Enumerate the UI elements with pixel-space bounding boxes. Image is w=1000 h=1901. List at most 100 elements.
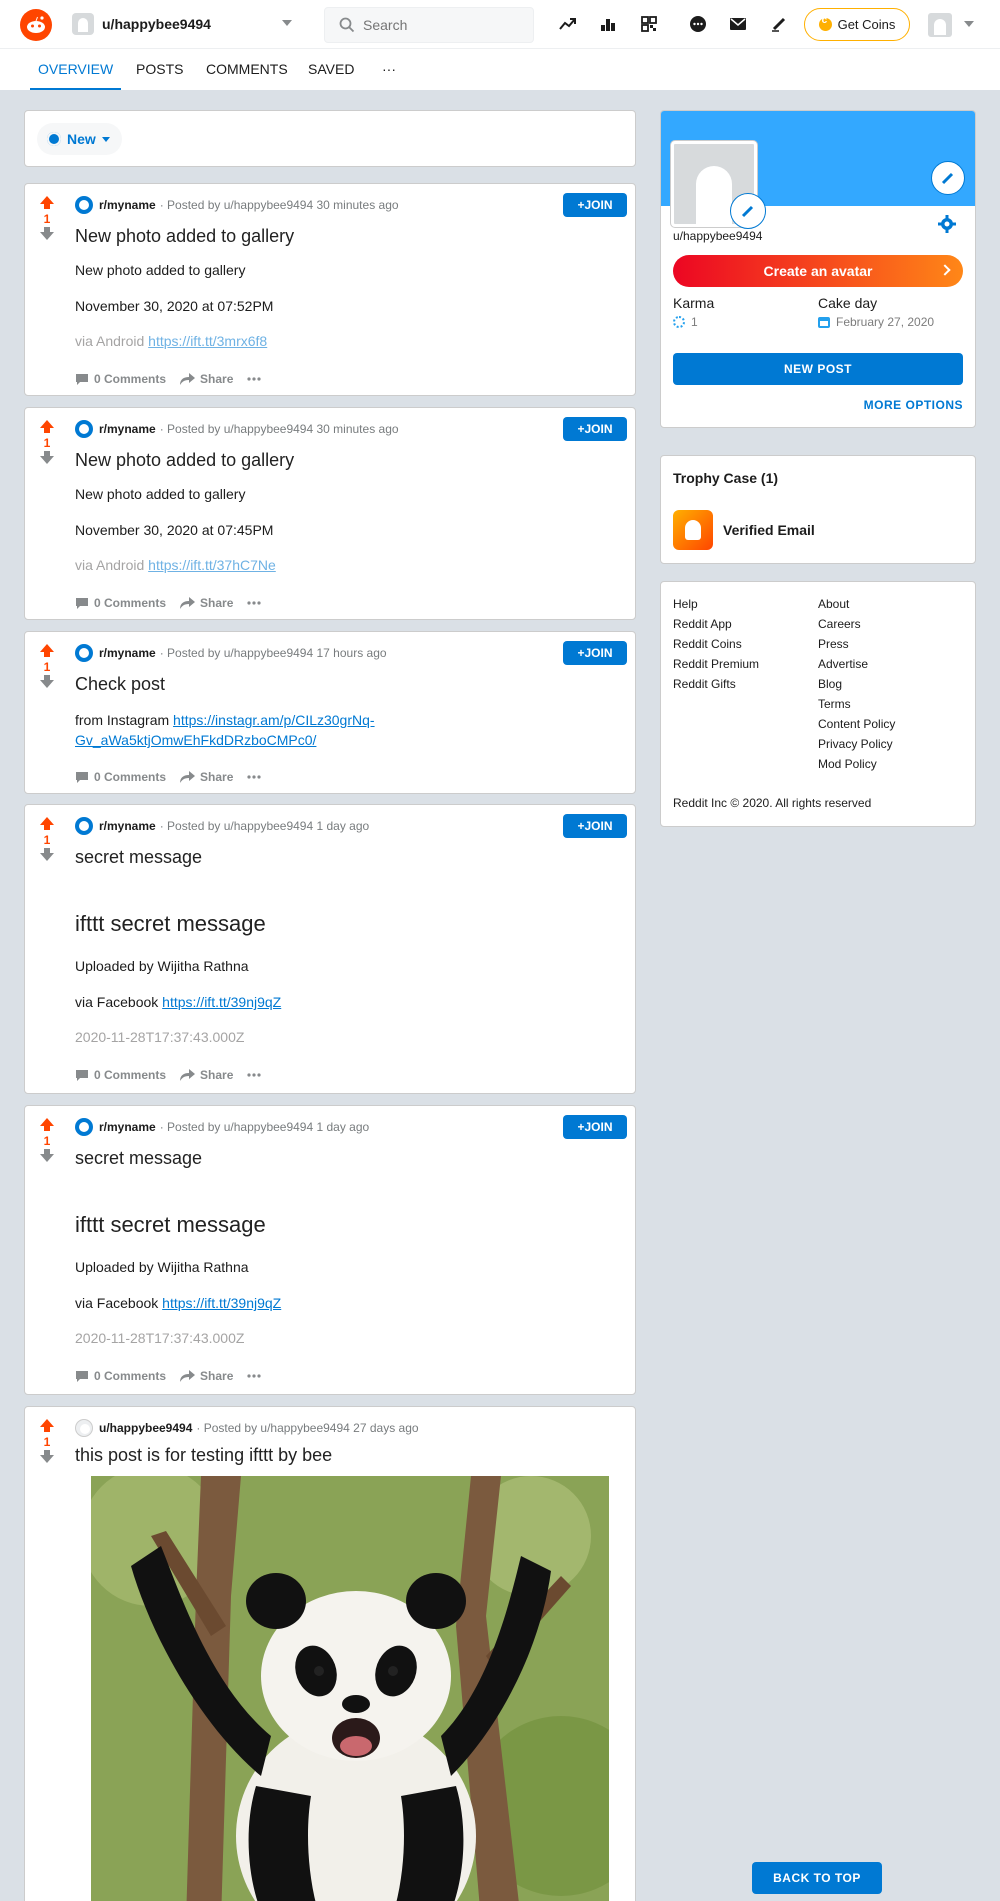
footer-link-content-policy[interactable]: Content Policy: [818, 714, 895, 734]
tab-more-icon[interactable]: ···: [374, 49, 404, 90]
footer-link-privacy-policy[interactable]: Privacy Policy: [818, 734, 895, 754]
downvote-arrow-icon[interactable]: [40, 227, 54, 240]
subreddit-link[interactable]: r/myname: [99, 819, 156, 833]
post-link[interactable]: https://instagr.am/p/CILz30grNq-: [173, 712, 375, 728]
comments-button[interactable]: 0 Comments: [75, 596, 166, 610]
downvote-arrow-icon[interactable]: [40, 675, 54, 688]
post-link[interactable]: https://ift.tt/37hC7Ne: [148, 557, 276, 573]
footer-link-about[interactable]: About: [818, 594, 895, 614]
post-card[interactable]: 1 r/myname · Posted by u/happybee9494 1 …: [24, 804, 636, 1094]
post-link[interactable]: https://ift.tt/39nj9qZ: [162, 994, 281, 1010]
post-title[interactable]: New photo added to gallery: [75, 226, 294, 247]
header-avatar[interactable]: [928, 13, 952, 37]
comments-button[interactable]: 0 Comments: [75, 1068, 166, 1082]
post-link[interactable]: https://ift.tt/3mrx6f8: [148, 333, 267, 349]
post-card[interactable]: 1 r/myname · Posted by u/happybee9494 17…: [24, 631, 636, 794]
post-title[interactable]: secret message: [75, 1148, 202, 1169]
footer-link-reddit-app[interactable]: Reddit App: [673, 614, 759, 634]
gear-icon[interactable]: [938, 215, 956, 236]
more-options-icon[interactable]: [247, 1073, 266, 1077]
post-image-panda[interactable]: [91, 1476, 609, 1901]
downvote-arrow-icon[interactable]: [40, 451, 54, 464]
subreddit-link[interactable]: r/myname: [99, 422, 156, 436]
join-button[interactable]: +JOIN: [563, 814, 627, 838]
downvote-arrow-icon[interactable]: [40, 1149, 54, 1162]
subreddit-icon[interactable]: [75, 1118, 93, 1136]
edit-avatar-pencil-icon[interactable]: [730, 193, 766, 229]
upvote-arrow-icon[interactable]: [40, 1118, 54, 1131]
tab-comments[interactable]: COMMENTS: [198, 49, 296, 90]
post-title[interactable]: Check post: [75, 674, 165, 695]
search-bar[interactable]: [324, 7, 534, 43]
share-button[interactable]: Share: [180, 770, 233, 784]
join-button[interactable]: +JOIN: [563, 417, 627, 441]
post-card[interactable]: 1 r/myname · Posted by u/happybee9494 30…: [24, 407, 636, 620]
join-button[interactable]: +JOIN: [563, 1115, 627, 1139]
edit-banner-pencil-icon[interactable]: [931, 161, 965, 195]
more-options-icon[interactable]: [247, 601, 266, 605]
trending-icon[interactable]: [557, 13, 579, 35]
tab-overview[interactable]: OVERVIEW: [30, 49, 122, 90]
get-coins-button[interactable]: Get Coins: [804, 8, 910, 41]
popular-icon[interactable]: [597, 13, 619, 35]
back-to-top-button[interactable]: BACK TO TOP: [752, 1862, 882, 1894]
post-link[interactable]: https://ift.tt/39nj9qZ: [162, 1295, 281, 1311]
footer-link-reddit-coins[interactable]: Reddit Coins: [673, 634, 759, 654]
comments-button[interactable]: 0 Comments: [75, 1369, 166, 1383]
user-dropdown[interactable]: u/happybee9494: [70, 8, 300, 40]
post-card[interactable]: 1 r/myname · Posted by u/happybee9494 30…: [24, 183, 636, 396]
search-input[interactable]: [363, 17, 513, 33]
comments-button[interactable]: 0 Comments: [75, 770, 166, 784]
mail-icon[interactable]: [727, 13, 749, 35]
share-button[interactable]: Share: [180, 1068, 233, 1082]
more-options-button[interactable]: MORE OPTIONS: [864, 398, 963, 412]
subreddit-icon[interactable]: [75, 644, 93, 662]
post-title[interactable]: this post is for testing ifttt by bee: [75, 1445, 332, 1466]
footer-link-terms[interactable]: Terms: [818, 694, 895, 714]
sort-new-button[interactable]: New: [37, 123, 122, 155]
reddit-logo-icon[interactable]: [20, 9, 52, 41]
share-button[interactable]: Share: [180, 1369, 233, 1383]
chat-icon[interactable]: [687, 13, 709, 35]
tab-posts[interactable]: POSTS: [128, 49, 191, 90]
subreddit-link[interactable]: r/myname: [99, 646, 156, 660]
downvote-arrow-icon[interactable]: [40, 848, 54, 861]
post-title[interactable]: New photo added to gallery: [75, 450, 294, 471]
footer-link-reddit-gifts[interactable]: Reddit Gifts: [673, 674, 759, 694]
post-title[interactable]: secret message: [75, 847, 202, 868]
upvote-arrow-icon[interactable]: [40, 817, 54, 830]
subreddit-icon[interactable]: [75, 817, 93, 835]
post-card[interactable]: 1 r/myname · Posted by u/happybee9494 1 …: [24, 1105, 636, 1395]
more-options-icon[interactable]: [247, 775, 266, 779]
upvote-arrow-icon[interactable]: [40, 420, 54, 433]
footer-link-blog[interactable]: Blog: [818, 674, 895, 694]
tab-saved[interactable]: SAVED: [300, 49, 362, 90]
share-button[interactable]: Share: [180, 372, 233, 386]
footer-link-help[interactable]: Help: [673, 594, 759, 614]
create-post-pencil-icon[interactable]: [768, 13, 790, 35]
share-button[interactable]: Share: [180, 596, 233, 610]
qr-code-icon[interactable]: [638, 13, 660, 35]
footer-link-reddit-premium[interactable]: Reddit Premium: [673, 654, 759, 674]
new-post-button[interactable]: NEW POST: [673, 353, 963, 385]
account-menu-chevron-icon[interactable]: [964, 21, 974, 27]
subreddit-link[interactable]: u/happybee9494: [99, 1421, 192, 1435]
upvote-arrow-icon[interactable]: [40, 196, 54, 209]
footer-link-advertise[interactable]: Advertise: [818, 654, 895, 674]
more-options-icon[interactable]: [247, 377, 266, 381]
subreddit-icon[interactable]: [75, 420, 93, 438]
join-button[interactable]: +JOIN: [563, 193, 627, 217]
footer-link-careers[interactable]: Careers: [818, 614, 895, 634]
more-options-icon[interactable]: [247, 1374, 266, 1378]
subreddit-link[interactable]: r/myname: [99, 1120, 156, 1134]
comments-button[interactable]: 0 Comments: [75, 372, 166, 386]
post-link-continued[interactable]: Gv_aWa5ktjOmwEhFkdDRzboCMPc0/: [75, 732, 316, 748]
upvote-arrow-icon[interactable]: [40, 644, 54, 657]
subreddit-link[interactable]: r/myname: [99, 198, 156, 212]
user-profile-icon[interactable]: [75, 1419, 93, 1437]
footer-link-press[interactable]: Press: [818, 634, 895, 654]
subreddit-icon[interactable]: [75, 196, 93, 214]
footer-link-mod-policy[interactable]: Mod Policy: [818, 754, 895, 774]
upvote-arrow-icon[interactable]: [40, 1419, 54, 1432]
create-avatar-button[interactable]: Create an avatar: [673, 255, 963, 287]
